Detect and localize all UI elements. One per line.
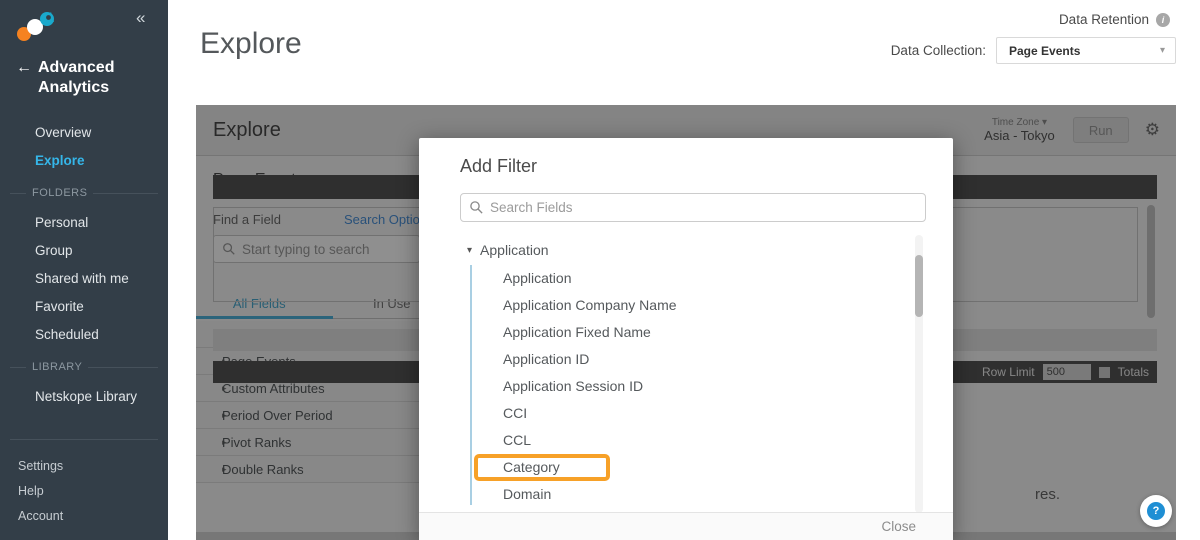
tree-item-application[interactable]: Application — [419, 265, 953, 292]
tree-item-category[interactable]: Category — [419, 454, 953, 481]
info-icon[interactable]: i — [1156, 13, 1170, 27]
tree-group-label: Application — [480, 242, 549, 258]
sidebar-divider — [10, 439, 158, 440]
sidebar-item-overview[interactable]: Overview — [0, 119, 168, 147]
scrollbar-thumb[interactable] — [915, 255, 923, 317]
collapse-arrow-icon: ▾ — [467, 245, 472, 256]
app-window: « ← Advanced Analytics Overview Explore … — [0, 0, 1200, 540]
tree-item-application-id[interactable]: Application ID — [419, 346, 953, 373]
data-retention-label: Data Retention — [1059, 12, 1149, 27]
back-arrow-icon[interactable]: ← — [16, 58, 32, 98]
netskope-logo-icon — [14, 8, 62, 48]
search-icon — [469, 200, 484, 215]
tree-item-cci[interactable]: CCI — [419, 400, 953, 427]
help-button[interactable]: ? — [1140, 495, 1172, 527]
modal-title: Add Filter — [460, 156, 537, 177]
sidebar-title: Advanced Analytics — [38, 58, 143, 98]
tree-item-ccl[interactable]: CCL — [419, 427, 953, 454]
sidebar-section-library: LIBRARY — [10, 361, 158, 373]
tree-item-domain[interactable]: Domain — [419, 481, 953, 508]
data-collection-value: Page Events — [997, 44, 1080, 58]
search-fields-input[interactable] — [490, 200, 925, 215]
sidebar-item-help[interactable]: Help — [18, 484, 158, 498]
chevron-down-icon: ▾ — [1160, 45, 1175, 56]
sidebar-item-personal[interactable]: Personal — [0, 209, 168, 237]
sidebar-item-settings[interactable]: Settings — [18, 459, 158, 473]
tree-item-application-fixed-name[interactable]: Application Fixed Name — [419, 319, 953, 346]
page-title: Explore — [200, 27, 302, 61]
tree-item-application-company-name[interactable]: Application Company Name — [419, 292, 953, 319]
sidebar-item-scheduled[interactable]: Scheduled — [0, 321, 168, 349]
sidebar-item-netskope-library[interactable]: Netskope Library — [0, 383, 168, 411]
question-mark-icon: ? — [1147, 502, 1165, 520]
sidebar-item-group[interactable]: Group — [0, 237, 168, 265]
field-tree: ▾ Application Application Application Co… — [419, 235, 953, 512]
sidebar-item-shared-with-me[interactable]: Shared with me — [0, 265, 168, 293]
sidebar-nav: Overview Explore FOLDERS Personal Group … — [0, 119, 168, 411]
data-collection-select[interactable]: Page Events ▾ — [996, 37, 1176, 64]
add-filter-modal: Add Filter ▾ Application Application App… — [419, 138, 953, 540]
close-button[interactable]: Close — [881, 519, 916, 534]
data-collection-row: Data Collection: Page Events ▾ — [891, 37, 1176, 64]
sidebar-item-explore[interactable]: Explore — [0, 147, 168, 175]
data-retention-link[interactable]: Data Retention i — [1059, 12, 1170, 27]
modal-footer: Close — [419, 512, 953, 540]
sidebar: « ← Advanced Analytics Overview Explore … — [0, 0, 168, 540]
sidebar-section-folders: FOLDERS — [10, 187, 158, 199]
sidebar-collapse-icon[interactable]: « — [136, 8, 145, 28]
tree-item-application-session-id[interactable]: Application Session ID — [419, 373, 953, 400]
sidebar-item-favorite[interactable]: Favorite — [0, 293, 168, 321]
data-collection-label: Data Collection: — [891, 43, 986, 58]
tree-group-application[interactable]: ▾ Application — [419, 235, 953, 265]
sidebar-item-account[interactable]: Account — [18, 509, 158, 523]
modal-search-box — [460, 193, 926, 222]
category-highlight-box — [474, 454, 610, 481]
modal-scrollbar[interactable] — [915, 235, 923, 512]
